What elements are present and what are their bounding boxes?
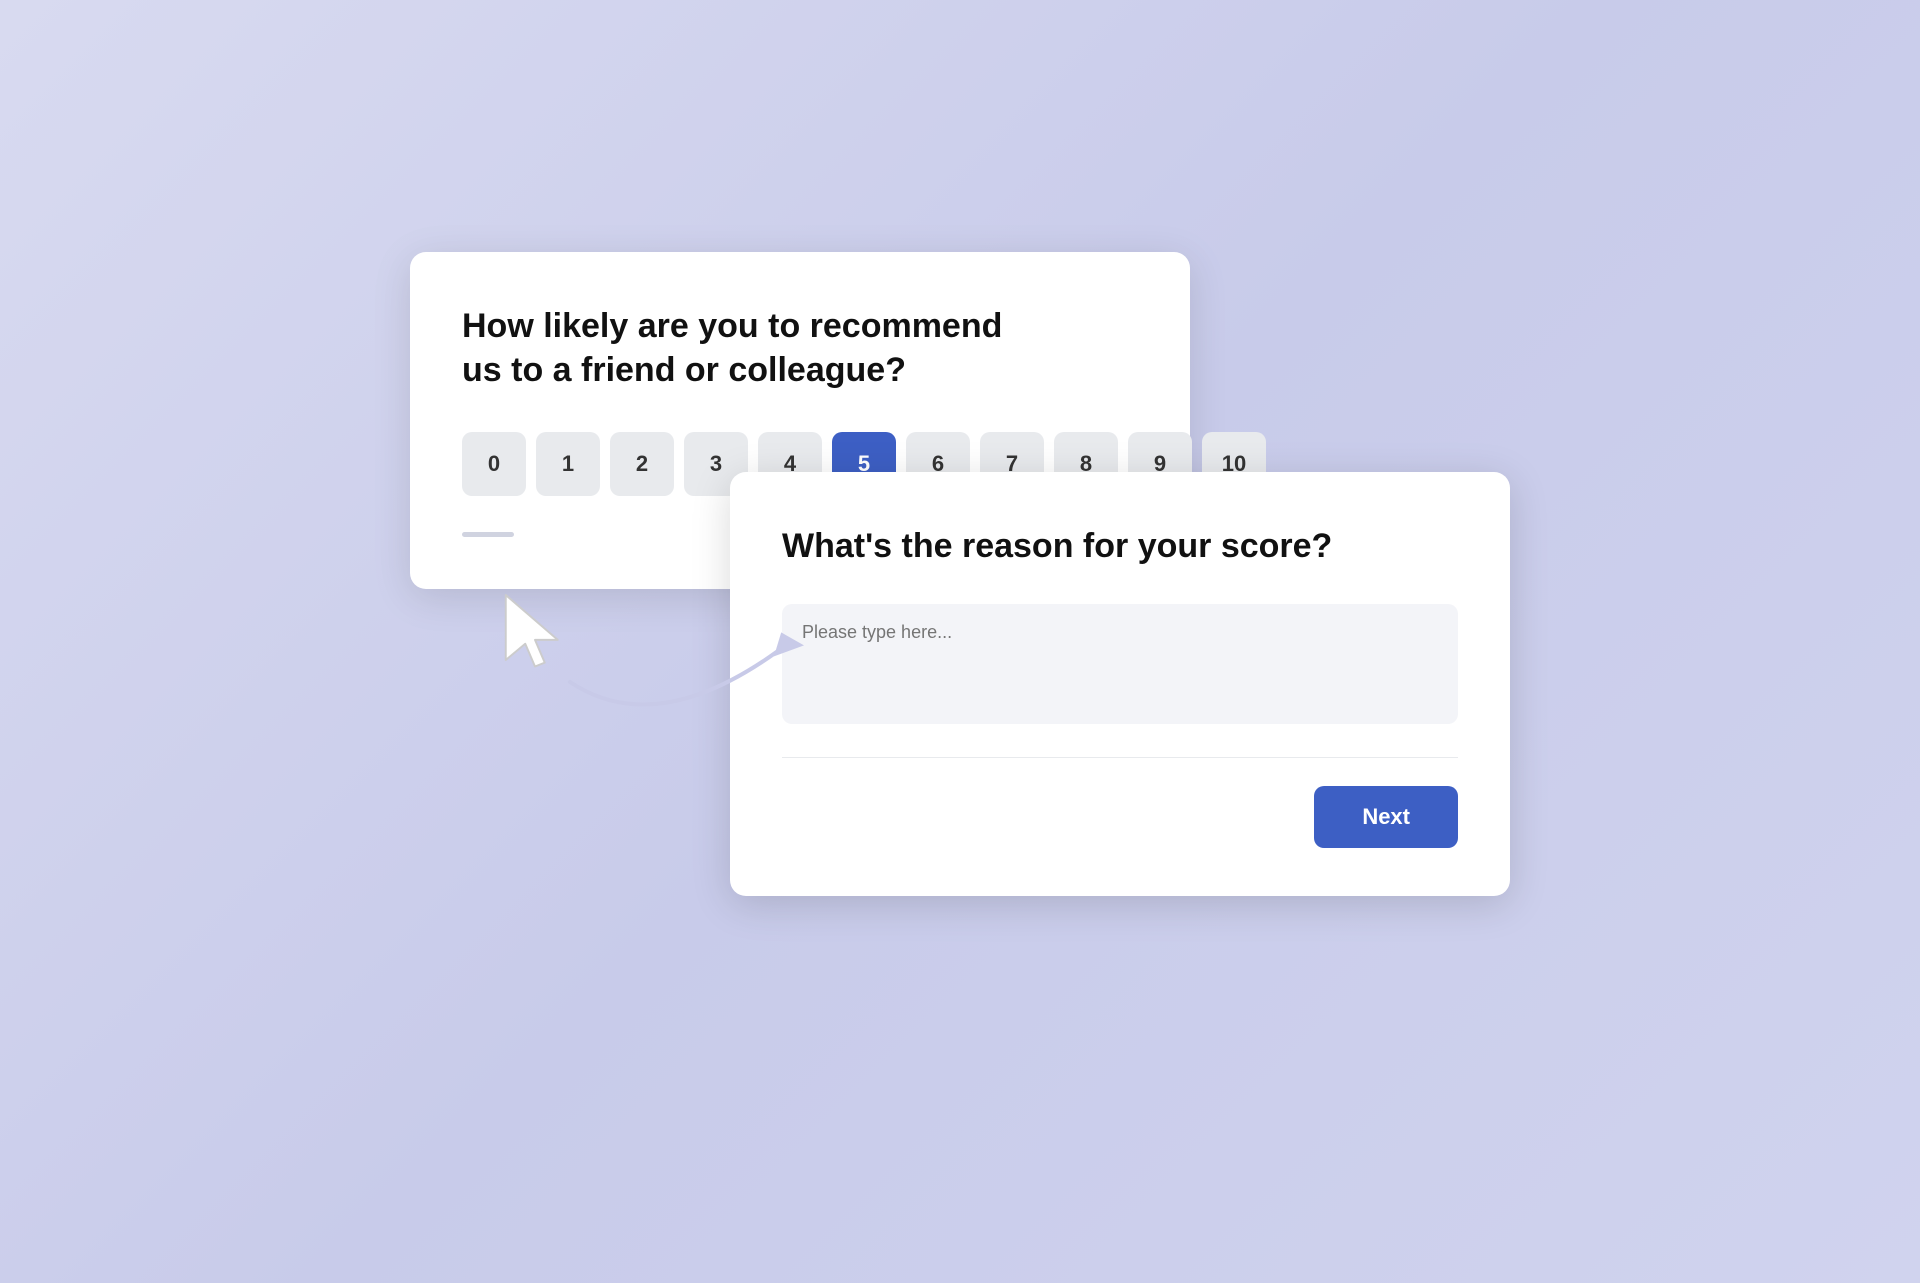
nps-question: How likely are you to recommend us to a … xyxy=(462,304,1022,392)
next-button[interactable]: Next xyxy=(1314,786,1458,848)
reason-textarea[interactable] xyxy=(782,604,1458,724)
progress-bar xyxy=(462,532,514,537)
reason-card: What's the reason for your score? Next xyxy=(730,472,1510,896)
reason-question: What's the reason for your score? xyxy=(782,524,1458,568)
cursor-illustration xyxy=(470,582,600,717)
nps-btn-1[interactable]: 1 xyxy=(536,432,600,496)
nps-btn-2[interactable]: 2 xyxy=(610,432,674,496)
nps-btn-0[interactable]: 0 xyxy=(462,432,526,496)
divider xyxy=(782,757,1458,758)
